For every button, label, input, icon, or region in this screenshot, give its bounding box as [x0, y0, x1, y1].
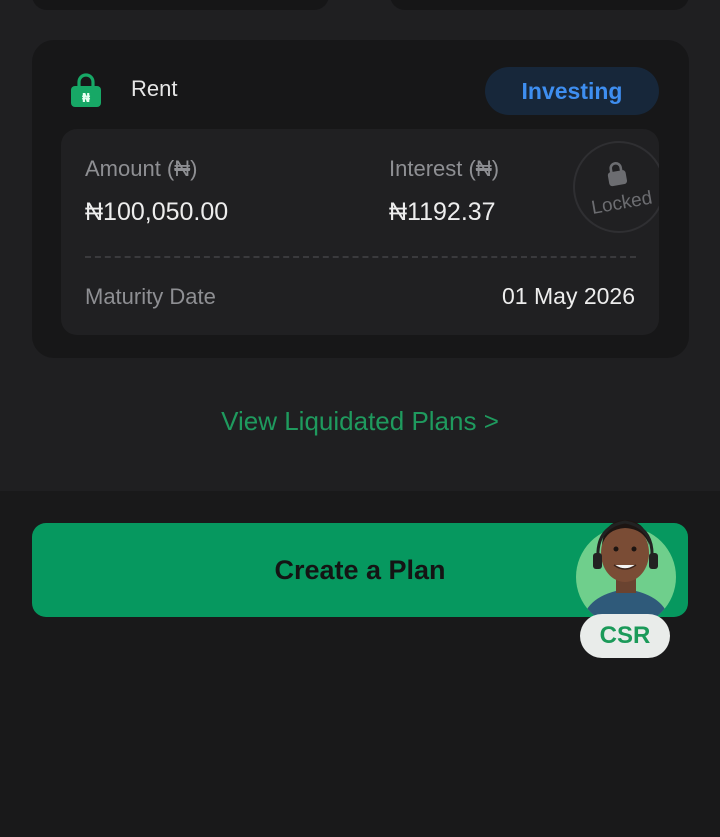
amount-value: ₦100,050.00 — [85, 198, 229, 226]
locked-text: Locked — [589, 187, 654, 219]
status-badge: Investing — [485, 67, 659, 115]
csr-support-widget[interactable]: CSR — [574, 513, 678, 659]
interest-value: ₦1192.37 — [389, 198, 496, 226]
view-liquidated-plans-link[interactable]: View Liquidated Plans > — [0, 406, 720, 437]
plan-name: Rent — [131, 76, 178, 101]
csr-avatar — [576, 520, 676, 623]
maturity-label: Maturity Date — [85, 284, 216, 309]
amount-label: Amount (₦) — [85, 156, 198, 181]
app-screen: ₦ Rent Investing Amount (₦) ₦100,050.00 … — [0, 0, 720, 837]
dashed-divider — [85, 256, 636, 258]
naira-lock-icon: ₦ — [71, 73, 101, 107]
plan-details: Amount (₦) ₦100,050.00 Interest (₦) ₦119… — [61, 129, 659, 335]
csr-label: CSR — [580, 614, 670, 658]
plan-card[interactable]: ₦ Rent Investing Amount (₦) ₦100,050.00 … — [32, 40, 689, 358]
plans-section: ₦ Rent Investing Amount (₦) ₦100,050.00 … — [0, 0, 720, 491]
interest-label: Interest (₦) — [389, 156, 500, 181]
maturity-value: 01 May 2026 — [502, 283, 635, 309]
locked-stamp: Locked — [565, 133, 659, 241]
svg-text:₦: ₦ — [82, 91, 91, 105]
previous-plan-card[interactable] — [32, 0, 329, 10]
padlock-icon — [607, 162, 628, 187]
previous-plan-card[interactable] — [390, 0, 689, 10]
